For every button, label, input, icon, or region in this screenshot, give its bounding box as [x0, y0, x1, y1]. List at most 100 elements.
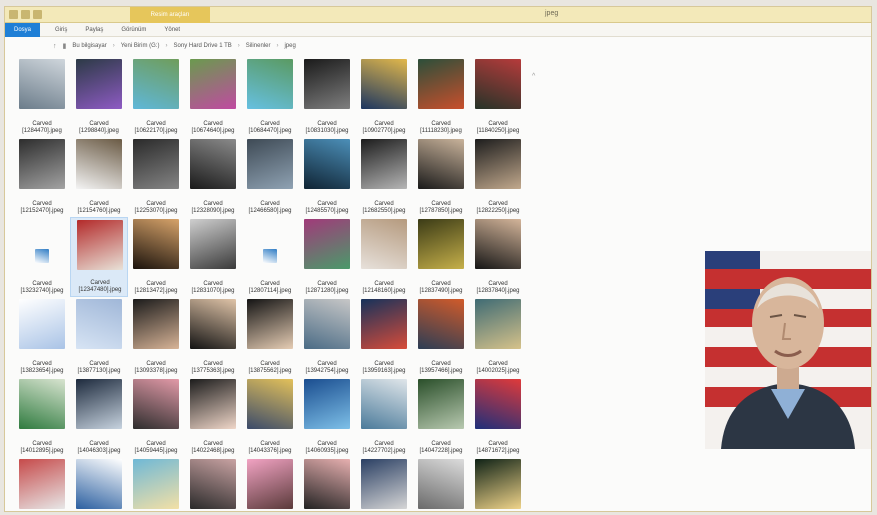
up-arrow-icon[interactable]: ↑ [53, 43, 57, 50]
file-tile[interactable]: Carved [13232740].jpeg [13, 217, 71, 297]
qat-folder-icon[interactable] [9, 10, 18, 19]
file-tile[interactable]: Carved [13775363].jpeg [184, 297, 242, 377]
file-tile[interactable]: Carved [13942754].jpeg [298, 297, 356, 377]
file-thumbnail [361, 219, 407, 269]
file-tile[interactable]: Carved [355, 457, 413, 511]
file-tile[interactable]: Carved [13957466].jpeg [412, 297, 470, 377]
file-tile[interactable]: Carved [298, 457, 356, 511]
file-tile[interactable]: Carved [12154760].jpeg [70, 137, 128, 217]
file-name: [12837490].jpeg [419, 288, 463, 294]
scroll-up-icon[interactable]: ^ [532, 73, 535, 80]
file-tile[interactable]: Carved [11840250].jpeg [469, 57, 527, 137]
file-tile[interactable]: Carved [13959163].jpeg [355, 297, 413, 377]
ribbon-tab[interactable]: Yönet [155, 23, 189, 37]
file-tile[interactable]: Carved [14002025].jpeg [469, 297, 527, 377]
file-name: [10831030].jpeg [305, 128, 349, 134]
file-thumbnail [475, 459, 521, 509]
file-caption-carved: Carved [431, 121, 451, 127]
file-tile[interactable]: Carved [12807114].jpeg [241, 217, 299, 297]
file-tile[interactable]: Carved [70, 457, 128, 511]
file-tile[interactable]: Carved [12822250].jpeg [469, 137, 527, 217]
file-caption: Carved [13942754].jpeg [298, 361, 356, 375]
file-tile[interactable]: Carved [127, 457, 185, 511]
file-tile[interactable]: Carved [241, 457, 299, 511]
context-tab-image-tools[interactable]: Resim araçları [130, 7, 210, 23]
file-tile[interactable]: Carved [10684470].jpeg [241, 57, 299, 137]
file-tile[interactable]: Carved [14871672].jpeg [469, 377, 527, 457]
file-tile[interactable]: Carved [14227702].jpeg [355, 377, 413, 457]
file-thumbnail [418, 139, 464, 189]
breadcrumb-item[interactable]: Yeni Birim (G:) [121, 43, 160, 49]
ribbon-tab[interactable]: Görünüm [112, 23, 155, 37]
file-name: [10622170].jpeg [134, 128, 178, 134]
file-tile[interactable]: Carved [10902770].jpeg [355, 57, 413, 137]
breadcrumb-item[interactable]: Sony Hard Drive 1 TB [174, 43, 232, 49]
breadcrumb-item[interactable]: Silinenler [246, 43, 271, 49]
file-name: [12837840].jpeg [476, 288, 520, 294]
file-caption: Carved [12787850].jpeg [412, 201, 470, 215]
file-caption-carved: Carved [203, 281, 223, 287]
file-name: [14060935].jpeg [305, 448, 349, 454]
file-caption-carved: Carved [317, 441, 337, 447]
breadcrumb-item[interactable]: Bu bilgisayar [72, 43, 106, 49]
file-caption: Carved [14227702].jpeg [355, 441, 413, 455]
file-tile[interactable]: Carved [12152470].jpeg [13, 137, 71, 217]
ribbon-tab[interactable]: Dosya [5, 22, 41, 37]
file-caption-carved: Carved [431, 441, 451, 447]
qat-save-icon[interactable] [21, 10, 30, 19]
file-caption-carved: Carved [260, 441, 280, 447]
file-tile[interactable]: Carved [412, 457, 470, 511]
file-tile[interactable]: Carved [13, 457, 71, 511]
file-tile[interactable]: Carved [13823654].jpeg [13, 297, 71, 377]
file-tile[interactable]: Carved [12485570].jpeg [298, 137, 356, 217]
file-tile[interactable]: Carved [13877130].jpeg [70, 297, 128, 377]
file-tile[interactable]: Carved [12347480].jpeg [70, 217, 128, 297]
file-caption-carved: Carved [260, 201, 280, 207]
file-thumbnail [190, 219, 236, 269]
file-tile[interactable]: Carved [1284470].jpeg [13, 57, 71, 137]
file-tile[interactable]: Carved [12871280].jpeg [298, 217, 356, 297]
file-tile[interactable]: Carved [12253070].jpeg [127, 137, 185, 217]
file-tile[interactable]: Carved [12813472].jpeg [127, 217, 185, 297]
file-tile[interactable]: Carved [14046303].jpeg [70, 377, 128, 457]
file-tile[interactable]: Carved [469, 457, 527, 511]
file-tile[interactable]: Carved [184, 457, 242, 511]
file-thumbnail [133, 379, 179, 429]
file-tile[interactable]: Carved [14043376].jpeg [241, 377, 299, 457]
file-tile[interactable]: Carved [12837490].jpeg [412, 217, 470, 297]
file-caption-carved: Carved [488, 361, 508, 367]
file-tile[interactable]: Carved [13875562].jpeg [241, 297, 299, 377]
file-thumbnail [133, 59, 179, 109]
address-bar[interactable]: ↑ ▮ Bu bilgisayar › Yeni Birim (G:) › Sony H… [5, 38, 871, 54]
file-tile[interactable]: Carved [14059445].jpeg [127, 377, 185, 457]
file-tile[interactable]: Carved [13093378].jpeg [127, 297, 185, 377]
file-caption: Carved [14060935].jpeg [298, 441, 356, 455]
file-tile[interactable]: Carved [12466580].jpeg [241, 137, 299, 217]
file-tile[interactable]: Carved [10622170].jpeg [127, 57, 185, 137]
file-tile[interactable]: Carved [12148160].jpeg [355, 217, 413, 297]
file-tile[interactable]: Carved [12328090].jpeg [184, 137, 242, 217]
file-caption: Carved [12682550].jpeg [355, 201, 413, 215]
title-bar: Resim araçları jpeg [5, 7, 871, 23]
file-thumbnail [475, 219, 521, 269]
file-tile[interactable]: Carved [1298840].jpeg [70, 57, 128, 137]
file-tile[interactable]: Carved [14060935].jpeg [298, 377, 356, 457]
file-tile[interactable]: Carved [10831030].jpeg [298, 57, 356, 137]
file-caption-carved: Carved [203, 201, 223, 207]
ribbon-tab[interactable]: Giriş [46, 23, 76, 37]
file-tile[interactable]: Carved [14022468].jpeg [184, 377, 242, 457]
file-caption: Carved [13877130].jpeg [70, 361, 128, 375]
breadcrumb-item[interactable]: jpeg [284, 43, 295, 49]
file-tile[interactable]: Carved [14047228].jpeg [412, 377, 470, 457]
qat-dropdown-icon[interactable] [33, 10, 42, 19]
file-tile[interactable]: Carved [12831070].jpeg [184, 217, 242, 297]
file-thumbnail [76, 379, 122, 429]
ribbon-tab[interactable]: Paylaş [76, 23, 112, 37]
file-tile[interactable]: Carved [12682550].jpeg [355, 137, 413, 217]
file-tile[interactable]: Carved [10674640].jpeg [184, 57, 242, 137]
file-tile[interactable]: Carved [12837840].jpeg [469, 217, 527, 297]
file-thumbnail [304, 379, 350, 429]
file-tile[interactable]: Carved [12787850].jpeg [412, 137, 470, 217]
file-tile[interactable]: Carved [14012895].jpeg [13, 377, 71, 457]
file-tile[interactable]: Carved [11118230].jpeg [412, 57, 470, 137]
